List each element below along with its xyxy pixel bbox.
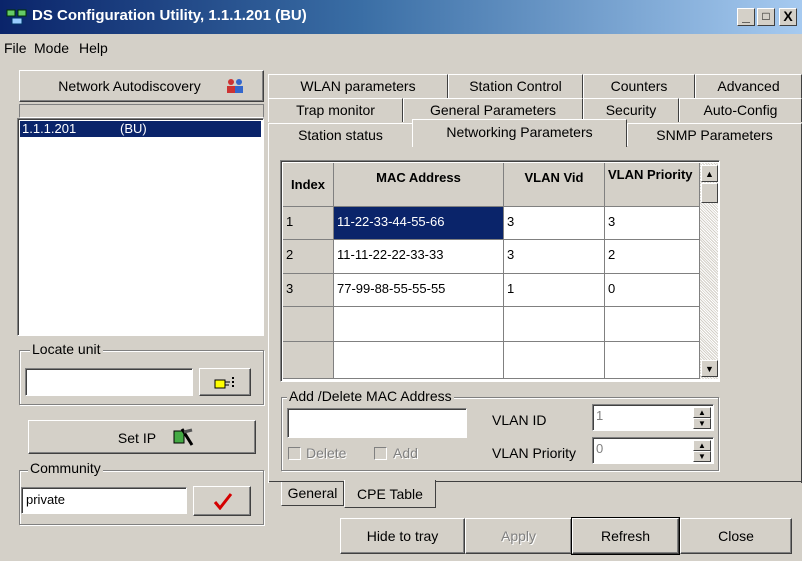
add-checkbox-label: Add: [393, 445, 418, 461]
vlan-vid-cell[interactable]: 1: [504, 274, 605, 307]
tab-station-control[interactable]: Station Control: [448, 74, 583, 98]
cpe-table[interactable]: Index MAC Address VLAN Vid VLAN Priority…: [280, 160, 720, 382]
vlan-vid-cell[interactable]: [504, 307, 605, 342]
refresh-label: Refresh: [600, 528, 651, 544]
tab-auto-config[interactable]: Auto-Config: [679, 98, 802, 122]
set-ip-button[interactable]: Set IP: [28, 420, 256, 454]
checkmark-icon: [213, 493, 233, 510]
window-title: DS Configuration Utility, 1.1.1.201 (BU): [32, 7, 307, 24]
vlan-id-value: 1: [596, 408, 604, 423]
community-input[interactable]: private: [21, 487, 187, 514]
close-button[interactable]: Close: [680, 518, 792, 554]
tab-trap-monitor[interactable]: Trap monitor: [268, 98, 403, 122]
row-index: [283, 342, 334, 379]
mac-address-input[interactable]: [287, 408, 467, 438]
tab-general[interactable]: General: [281, 482, 344, 506]
vlan-vid-cell[interactable]: [504, 342, 605, 379]
spinner-up-button[interactable]: ▲: [693, 440, 711, 451]
close-window-button[interactable]: X: [779, 8, 797, 26]
vlan-priority-cell[interactable]: [605, 307, 700, 342]
apply-label: Apply: [500, 528, 537, 544]
locate-unit-label: Locate unit: [30, 341, 103, 357]
vlan-priority-cell[interactable]: 2: [605, 240, 700, 274]
scroll-up-button[interactable]: ▲: [701, 165, 718, 182]
tab-station-status[interactable]: Station status: [268, 123, 413, 146]
delete-checkbox-label: Delete: [306, 445, 347, 461]
splitter-bar: [19, 104, 264, 118]
row-index: [283, 307, 334, 342]
close-label: Close: [718, 528, 754, 544]
device-list[interactable]: 1.1.1.201 (BU): [17, 118, 264, 336]
tab-cpe-table[interactable]: CPE Table: [344, 480, 436, 508]
locate-unit-input[interactable]: [25, 368, 193, 396]
set-ip-icon: [173, 428, 194, 446]
device-ip: 1.1.1.201: [22, 121, 77, 136]
app-icon: [6, 9, 27, 25]
set-ip-label: Set IP: [117, 430, 157, 446]
delete-checkbox[interactable]: [288, 447, 301, 460]
tab-counters[interactable]: Counters: [583, 74, 695, 98]
tab-networking-parameters[interactable]: Networking Parameters: [412, 119, 627, 147]
vlan-priority-value: 0: [596, 441, 604, 456]
vlan-vid-cell[interactable]: 3: [504, 240, 605, 274]
locate-button[interactable]: [199, 368, 251, 396]
row-index: 1: [283, 207, 334, 240]
vlan-priority-cell[interactable]: 0: [605, 274, 700, 307]
locate-icon: [214, 377, 234, 389]
header-vlan-vid[interactable]: VLAN Vid: [504, 163, 605, 207]
vlan-id-spinner[interactable]: 1 ▲ ▼: [592, 404, 714, 431]
header-mac-address[interactable]: MAC Address: [334, 163, 504, 207]
menu-mode[interactable]: Mode: [34, 40, 69, 56]
spinner-down-button[interactable]: ▼: [693, 418, 711, 429]
scroll-down-button[interactable]: ▼: [701, 360, 718, 377]
header-vlan-priority[interactable]: VLAN Priority: [605, 163, 700, 207]
device-list-item[interactable]: 1.1.1.201 (BU): [20, 121, 261, 137]
vlan-priority-cell[interactable]: 3: [605, 207, 700, 240]
vlan-id-label: VLAN ID: [492, 412, 547, 428]
tab-snmp-parameters[interactable]: SNMP Parameters: [627, 123, 802, 146]
row-index: 3: [283, 274, 334, 307]
minimize-button[interactable]: _: [737, 8, 755, 26]
mac-cell[interactable]: [334, 342, 504, 379]
mac-cell[interactable]: 77-99-88-55-55-55: [334, 274, 504, 307]
community-label: Community: [28, 460, 103, 476]
apply-community-button[interactable]: [193, 486, 251, 516]
add-delete-mac-label: Add /Delete MAC Address: [287, 388, 454, 404]
hide-to-tray-label: Hide to tray: [366, 528, 439, 544]
device-tag: (BU): [120, 121, 147, 136]
vlan-priority-cell[interactable]: [605, 342, 700, 379]
apply-button[interactable]: Apply: [465, 518, 572, 554]
mac-cell[interactable]: [334, 307, 504, 342]
vlan-vid-cell[interactable]: 3: [504, 207, 605, 240]
network-autodiscovery-icon: [227, 79, 243, 93]
row-index: 2: [283, 240, 334, 274]
mac-cell[interactable]: 11-11-22-22-33-33: [334, 240, 504, 274]
tab-wlan-parameters[interactable]: WLAN parameters: [268, 74, 448, 98]
maximize-button[interactable]: □: [757, 8, 775, 26]
mac-cell-selected[interactable]: 11-22-33-44-55-66: [334, 207, 504, 240]
tab-advanced[interactable]: Advanced: [695, 74, 802, 98]
header-index[interactable]: Index: [283, 163, 334, 207]
network-autodiscovery-button[interactable]: Network Autodiscovery: [19, 70, 264, 102]
spinner-down-button[interactable]: ▼: [693, 451, 711, 462]
scrollbar-thumb[interactable]: [701, 183, 718, 203]
vlan-priority-spinner[interactable]: 0 ▲ ▼: [592, 437, 714, 464]
refresh-button[interactable]: Refresh: [571, 517, 680, 555]
menu-file[interactable]: File: [4, 40, 27, 56]
add-checkbox[interactable]: [374, 447, 387, 460]
menu-help[interactable]: Help: [79, 40, 108, 56]
vlan-priority-label: VLAN Priority: [492, 445, 577, 461]
spinner-up-button[interactable]: ▲: [693, 407, 711, 418]
hide-to-tray-button[interactable]: Hide to tray: [340, 518, 465, 554]
